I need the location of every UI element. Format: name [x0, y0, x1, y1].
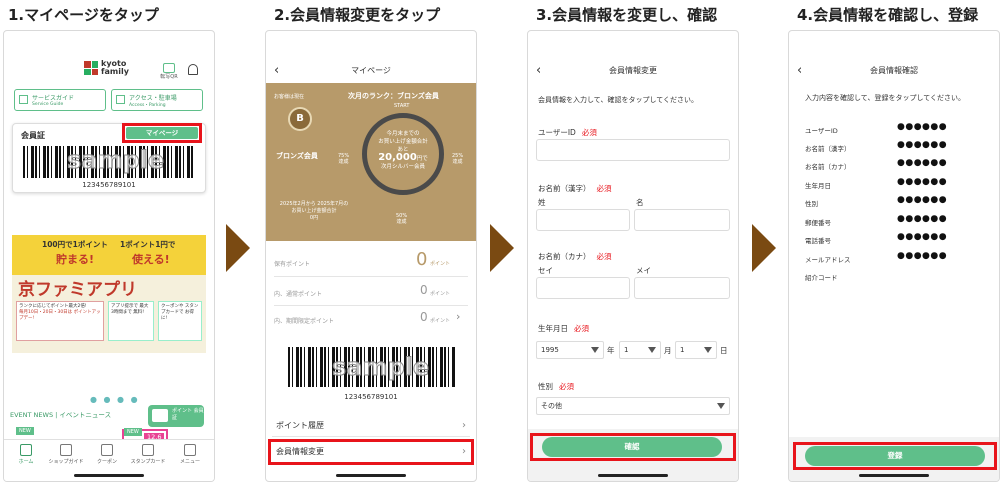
next-arrow-icon [226, 224, 250, 272]
last-name-input[interactable] [536, 209, 630, 231]
tab-menu[interactable]: メニュー [170, 444, 210, 465]
birth-day-select[interactable]: 1 [675, 341, 717, 359]
screen-header: ‹ 会員情報確認 [789, 59, 999, 83]
new-badge: NEW [124, 428, 142, 436]
rank-panel: お客様は現在 次月のランク：ブロンズ会員 START B ブロンズ会員 今月末ま… [266, 83, 476, 241]
sample-watermark: sample [66, 146, 165, 175]
tab-stamp-card[interactable]: スタンプカード [128, 444, 168, 465]
app-logo-text: kyoto family [101, 59, 129, 76]
phone-screen-mypage: ‹ マイページ お客様は現在 次月のランク：ブロンズ会員 START B ブロン… [265, 30, 477, 482]
first-name-kana-input[interactable] [634, 277, 730, 299]
points-held-value: 0 [416, 249, 428, 270]
dropdown-arrow-icon [704, 347, 712, 353]
step-title-3: 3.会員情報を変更し、確認 [536, 6, 718, 24]
member-qr-button[interactable]: 転写QR [159, 63, 179, 80]
step-title-4: 4.会員情報を確認し、登録 [797, 6, 979, 24]
dropdown-arrow-icon [648, 347, 656, 353]
event-news-heading: EVENT NEWS | イベントニュース [10, 411, 112, 419]
tab-home[interactable]: ホーム [6, 444, 46, 465]
step-title-1: 1.マイページをタップ [8, 6, 159, 24]
phone-screen-edit-info: ‹ 会員情報変更 会員情報を入力して、確認をタップしてください。 ユーザーID 必… [527, 30, 739, 482]
phone-screen-home: kyoto family 転写QR サービスガイド Service Guide ア… [3, 30, 215, 482]
last-name-kana-input[interactable] [536, 277, 630, 299]
home-indicator [598, 474, 668, 477]
point-card-button[interactable]: ポイント 会員証 [148, 405, 204, 427]
bottom-tab-bar: ホーム ショップガイド クーポン スタンプカード メニュー [4, 439, 214, 481]
progress-ring: 今月末までの お買い上げ金額合計 あと 20,000円で 次月シルバー会員 [362, 113, 444, 195]
next-arrow-icon [490, 224, 514, 272]
bronze-medal-icon: B [288, 107, 312, 131]
dropdown-arrow-icon [717, 403, 725, 409]
service-guide-button[interactable]: サービスガイド Service Guide [14, 89, 106, 111]
access-parking-button[interactable]: アクセス・駐車場 Access・Parking [111, 89, 203, 111]
gender-select[interactable]: その他 [536, 397, 730, 415]
bell-icon[interactable] [188, 64, 198, 75]
mypage-button[interactable]: マイページ [126, 127, 198, 139]
phone-screen-confirm-info: ‹ 会員情報確認 入力内容を確認して、登録をタップしてください。 ユーザーID … [788, 30, 1000, 482]
stamp-icon [142, 444, 154, 456]
points-held-label: 保有ポイント [274, 261, 311, 268]
first-name-input[interactable] [634, 209, 730, 231]
birth-year-select[interactable]: 1995 [536, 341, 604, 359]
home-indicator [74, 474, 144, 477]
kyoto-family-logo-icon [84, 61, 98, 75]
screen-header: ‹ マイページ [266, 59, 476, 83]
highlight-box [268, 439, 474, 465]
card-number: 123456789101 [82, 181, 136, 189]
menu-icon [184, 444, 196, 456]
promo-banner[interactable]: 100円で1ポイント 1ポイント1円で 貯まる! 使える! 京ファミアプリ ラン… [12, 235, 206, 353]
back-chevron-icon[interactable]: ‹ [274, 59, 279, 83]
tab-coupon[interactable]: クーポン [87, 444, 127, 465]
home-indicator [336, 474, 406, 477]
next-arrow-icon [752, 224, 776, 272]
card-number: 123456789101 [344, 393, 398, 401]
shop-icon [60, 444, 72, 456]
carousel-dots[interactable]: ● ● ● ● [90, 395, 140, 404]
birth-month-select[interactable]: 1 [619, 341, 661, 359]
new-badge: NEW [16, 427, 34, 435]
register-button[interactable]: 登録 [805, 446, 985, 466]
tab-shop-guide[interactable]: ショップガイド [46, 444, 86, 465]
dropdown-arrow-icon [591, 347, 599, 353]
qr-icon [163, 63, 175, 73]
home-icon [20, 444, 32, 456]
back-chevron-icon[interactable]: ‹ [536, 59, 541, 83]
menu-point-history[interactable]: ポイント履歴 › [272, 415, 470, 437]
chevron-right-icon: › [462, 420, 466, 431]
parking-icon [116, 95, 125, 104]
home-indicator [859, 474, 929, 477]
screen-header: ‹ 会員情報変更 [528, 59, 738, 83]
back-chevron-icon[interactable]: ‹ [797, 59, 802, 83]
intro-text: 会員情報を入力して、確認をタップしてください。 [538, 96, 699, 104]
intro-text: 入力内容を確認して、登録をタップしてください。 [805, 94, 966, 102]
step-title-2: 2.会員情報変更をタップ [274, 6, 441, 24]
chevron-right-icon[interactable]: › [456, 310, 460, 323]
coupon-icon [101, 444, 113, 456]
guide-icon [19, 95, 28, 104]
user-id-input[interactable] [536, 139, 730, 161]
confirm-button[interactable]: 確認 [542, 437, 722, 457]
card-icon [152, 409, 168, 422]
